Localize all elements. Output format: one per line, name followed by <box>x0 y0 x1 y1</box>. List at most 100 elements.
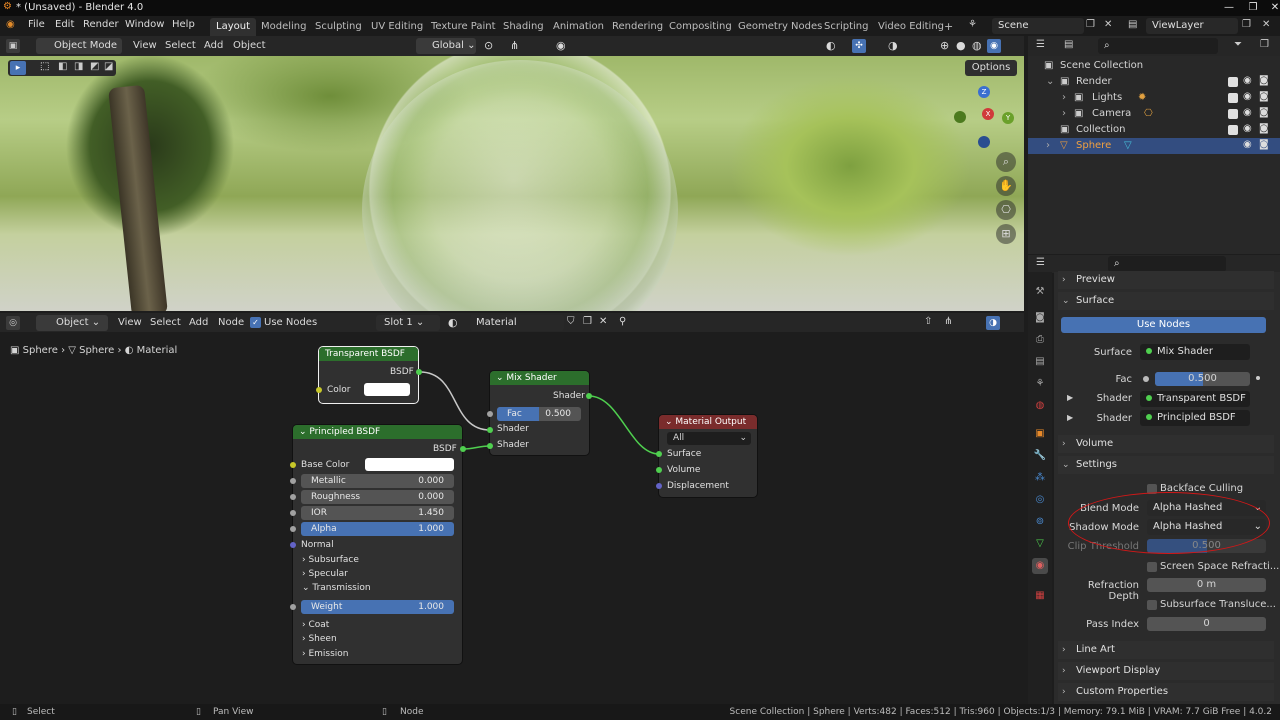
ssr-checkbox[interactable] <box>1147 562 1157 572</box>
texture-tab-icon[interactable]: ▦ <box>1032 588 1048 604</box>
output-target-dropdown[interactable]: All ⌄ <box>667 432 751 445</box>
view-layer-icon[interactable]: ▤ <box>1128 19 1137 30</box>
exclude-checkbox[interactable] <box>1228 125 1238 135</box>
panel-custom-properties[interactable]: › Custom Properties <box>1058 683 1274 701</box>
modifier-tab-icon[interactable]: 🔧 <box>1032 448 1048 464</box>
panel-subsurface[interactable]: › Subsurface <box>302 555 359 565</box>
base-color-swatch[interactable] <box>365 458 454 471</box>
sst-checkbox[interactable] <box>1147 600 1157 610</box>
panel-sheen[interactable]: › Sheen <box>302 634 337 644</box>
exclude-checkbox[interactable] <box>1228 109 1238 119</box>
properties-editor-icon[interactable]: ☰ <box>1036 257 1045 268</box>
socket-output[interactable] <box>460 446 466 452</box>
panel-viewport-display[interactable]: › Viewport Display <box>1058 662 1274 680</box>
display-mode-icon[interactable]: ▤ <box>1064 39 1073 50</box>
node-title[interactable]: ⌄ Material Output <box>659 415 757 429</box>
socket-input[interactable] <box>290 526 296 532</box>
metallic-slider[interactable]: Metallic 0.000 <box>301 474 454 488</box>
node-title[interactable]: ⌄ Mix Shader <box>490 371 589 385</box>
properties-search-input[interactable]: ⌕ <box>1108 256 1226 272</box>
alpha-slider[interactable]: Alpha 1.000 <box>301 522 454 536</box>
expand-icon[interactable]: ⌄ <box>1046 74 1054 90</box>
tool-tab-icon[interactable]: ⚒ <box>1032 284 1048 300</box>
eye-icon[interactable]: ◉ <box>1243 91 1252 102</box>
expand-icon[interactable]: ▶ <box>1067 393 1073 402</box>
socket-output[interactable] <box>416 369 422 375</box>
exclude-checkbox[interactable] <box>1228 77 1238 87</box>
node-title[interactable]: Transparent BSDF <box>319 347 418 361</box>
view-layer-field[interactable]: ViewLayer <box>1146 18 1238 34</box>
socket-input[interactable] <box>656 483 662 489</box>
close-icon[interactable]: ✕ <box>1258 0 1280 16</box>
eye-icon[interactable]: ◉ <box>1243 107 1252 118</box>
panel-preview[interactable]: › Preview <box>1058 271 1274 289</box>
fac-slider[interactable]: Fac 0.500 <box>497 407 581 421</box>
eye-icon[interactable]: ◉ <box>1243 139 1252 150</box>
view-layer-tab-icon[interactable]: ▤ <box>1032 354 1048 370</box>
expand-icon[interactable]: › <box>1062 106 1066 122</box>
constraints-tab-icon[interactable]: ⊚ <box>1032 514 1048 530</box>
node-title[interactable]: ⌄ Principled BSDF <box>293 425 462 439</box>
outliner-search-input[interactable]: ⌕ <box>1098 38 1218 54</box>
collapse-icon[interactable]: ⌄ <box>665 417 675 427</box>
panel-volume[interactable]: › Volume <box>1058 435 1274 453</box>
roughness-slider[interactable]: Roughness 0.000 <box>301 490 454 504</box>
object-tab-icon[interactable]: ▣ <box>1032 426 1048 442</box>
expand-icon[interactable]: ▶ <box>1067 413 1073 422</box>
new-scene-icon[interactable]: ❐ <box>1086 19 1095 30</box>
physics-tab-icon[interactable]: ◎ <box>1032 492 1048 508</box>
panel-specular[interactable]: › Specular <box>302 569 348 579</box>
socket-input[interactable] <box>487 427 493 433</box>
fac-slider[interactable]: 0.500 <box>1155 372 1250 386</box>
exclude-checkbox[interactable] <box>1228 93 1238 103</box>
panel-settings[interactable]: ⌄ Settings <box>1058 456 1274 474</box>
weight-slider[interactable]: Weight 1.000 <box>301 600 454 614</box>
delete-view-layer-icon[interactable]: ✕ <box>1262 19 1270 30</box>
outliner-row-scene-collection[interactable]: ▣ Scene Collection <box>1028 58 1280 74</box>
scene-tab-icon[interactable]: ⚘ <box>1032 376 1048 392</box>
socket-input[interactable] <box>290 510 296 516</box>
panel-emission[interactable]: › Emission <box>302 649 349 659</box>
data-tab-icon[interactable]: ▽ <box>1032 536 1048 552</box>
socket-input[interactable] <box>290 462 296 468</box>
new-collection-icon[interactable]: ❐ <box>1260 39 1269 50</box>
socket-input[interactable] <box>656 467 662 473</box>
socket-input[interactable] <box>290 542 296 548</box>
collapse-icon[interactable]: ⌄ <box>496 373 506 383</box>
render-camera-icon[interactable]: ◙ <box>1259 139 1269 150</box>
socket-input[interactable] <box>316 387 322 393</box>
shader-field-2[interactable]: Principled BSDF <box>1140 410 1250 426</box>
panel-surface[interactable]: ⌄ Surface <box>1058 292 1274 310</box>
output-tab-icon[interactable]: ⎙ <box>1032 332 1048 348</box>
filter-icon[interactable]: ⏷ <box>1234 39 1242 50</box>
shader-field-1[interactable]: Transparent BSDF <box>1140 391 1250 407</box>
socket-input[interactable] <box>290 478 296 484</box>
eye-icon[interactable]: ◉ <box>1243 75 1252 86</box>
render-camera-icon[interactable]: ◙ <box>1259 91 1269 102</box>
expand-icon[interactable]: › <box>1062 90 1066 106</box>
render-camera-icon[interactable]: ◙ <box>1259 107 1269 118</box>
keyframe-dot-icon[interactable] <box>1256 376 1260 380</box>
render-camera-icon[interactable]: ◙ <box>1259 75 1269 86</box>
socket-input[interactable] <box>656 451 662 457</box>
outliner-editor-icon[interactable]: ☰ <box>1036 39 1045 50</box>
refraction-depth-field[interactable]: 0 m <box>1147 578 1266 592</box>
expand-icon[interactable]: › <box>1046 138 1050 154</box>
eye-icon[interactable]: ◉ <box>1243 123 1252 134</box>
pass-index-field[interactable]: 0 <box>1147 617 1266 631</box>
socket-input[interactable] <box>290 604 296 610</box>
panel-transmission[interactable]: ⌄ Transmission <box>302 583 371 593</box>
render-camera-icon[interactable]: ◙ <box>1259 123 1269 134</box>
use-nodes-button[interactable]: Use Nodes <box>1061 317 1266 333</box>
world-tab-icon[interactable]: ◍ <box>1032 398 1048 414</box>
surface-shader-field[interactable]: Mix Shader <box>1140 344 1250 360</box>
delete-scene-icon[interactable]: ✕ <box>1104 19 1112 30</box>
ior-slider[interactable]: IOR 1.450 <box>301 506 454 520</box>
panel-line-art[interactable]: › Line Art <box>1058 641 1274 659</box>
new-view-layer-icon[interactable]: ❐ <box>1242 19 1251 30</box>
particles-tab-icon[interactable]: ⁂ <box>1032 470 1048 486</box>
color-swatch[interactable] <box>364 383 410 396</box>
collapse-icon[interactable]: ⌄ <box>299 427 309 437</box>
panel-coat[interactable]: › Coat <box>302 620 329 630</box>
render-tab-icon[interactable]: ◙ <box>1032 310 1048 326</box>
